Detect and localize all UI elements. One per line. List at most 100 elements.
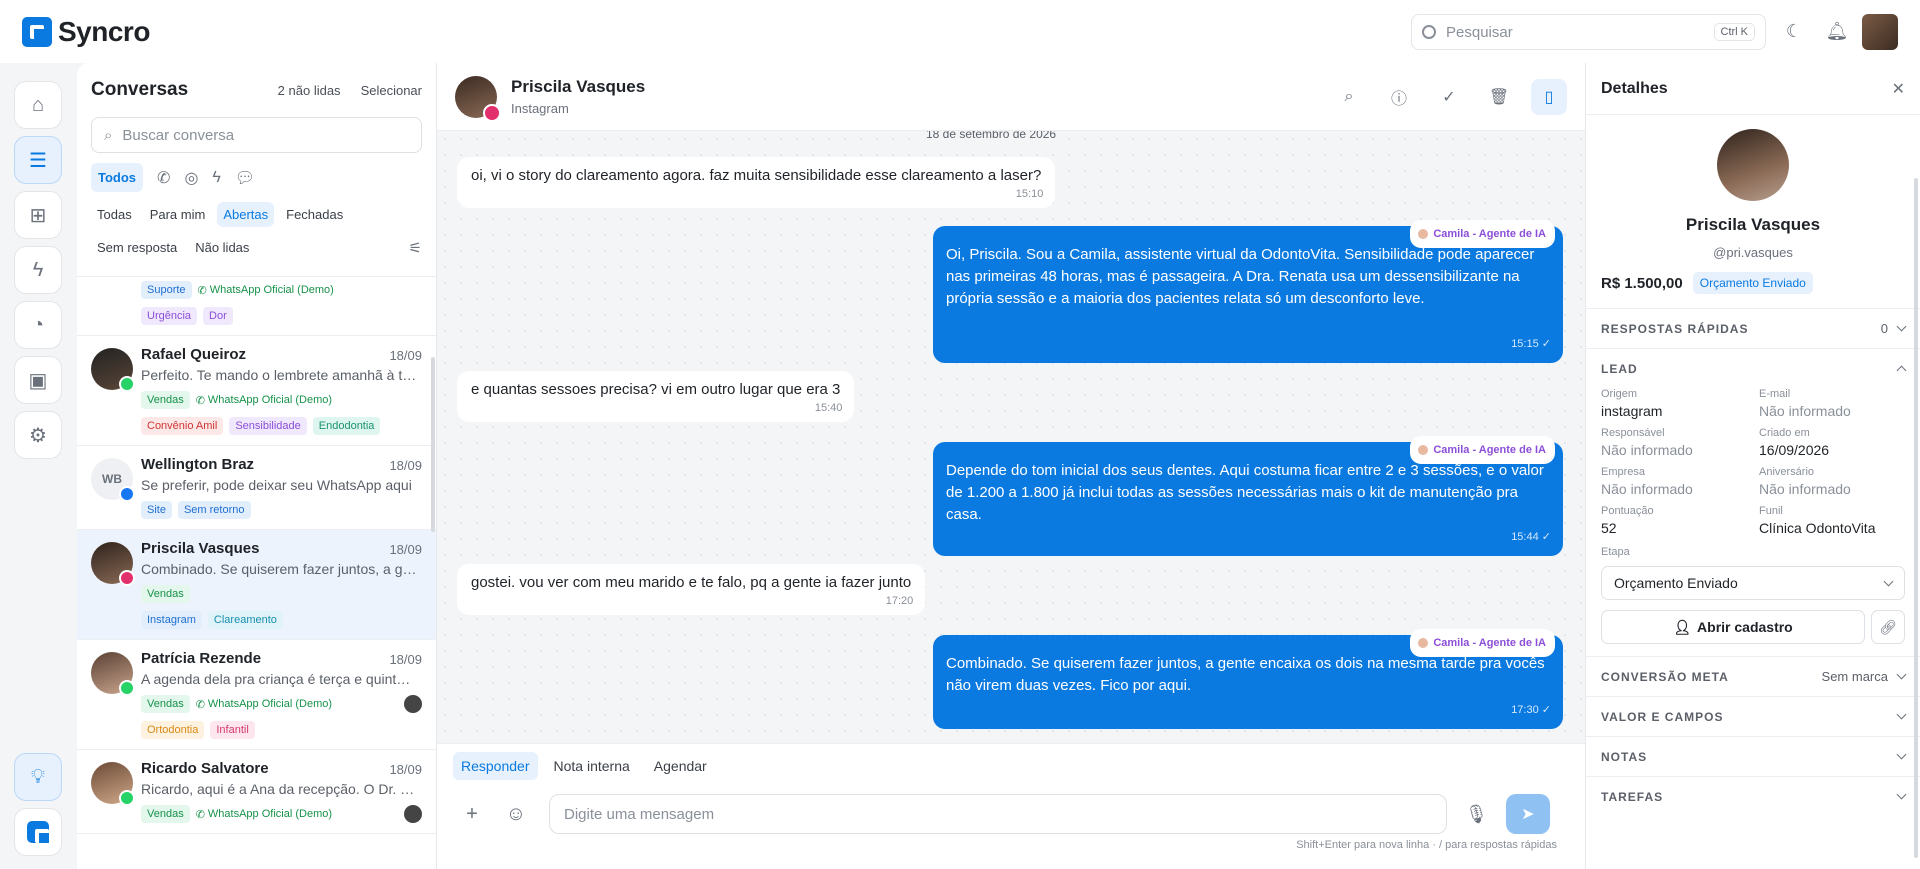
- messenger-icon[interactable]: ϟ: [212, 169, 220, 187]
- emoji-icon[interactable]: ☺: [501, 799, 531, 829]
- chat-icon[interactable]: ☰: [14, 136, 62, 184]
- webchat-icon[interactable]: 💬︎: [235, 168, 255, 188]
- send-button[interactable]: ➤: [1505, 794, 1550, 834]
- unread-count[interactable]: 2 não lidas: [278, 83, 341, 98]
- home-icon[interactable]: ⌂: [14, 81, 62, 129]
- list-item[interactable]: Rafael Queiroz 18/09 Perfeito. Te mando …: [77, 336, 436, 446]
- field-label: Responsável: [1601, 427, 1665, 439]
- contact-name: Patrícia Rezende: [141, 650, 262, 667]
- quick-replies-section[interactable]: RESPOSTAS RÁPIDAS 0: [1586, 308, 1920, 348]
- tag: Infantil: [210, 721, 255, 739]
- whatsapp-channel-label: ✆ WhatsApp Oficial (Demo): [198, 284, 334, 297]
- wallet-icon[interactable]: ▣: [14, 356, 62, 404]
- contact-name: Ricardo Salvatore: [141, 760, 269, 777]
- info-icon[interactable]: ⓘ: [1381, 79, 1417, 115]
- filter-abertas[interactable]: Abertas: [217, 202, 275, 227]
- instagram-icon[interactable]: ◎: [184, 168, 198, 188]
- user-avatar[interactable]: [1862, 14, 1898, 50]
- details-avatar: [1717, 129, 1789, 201]
- phone-icon: ✆: [197, 284, 207, 297]
- tab-nota-interna[interactable]: Nota interna: [546, 752, 638, 780]
- filter-para-mim[interactable]: Para mim: [144, 202, 212, 227]
- whatsapp-icon[interactable]: ✆: [157, 168, 170, 188]
- link-icon[interactable]: 🔗︎: [1871, 610, 1905, 644]
- chevron-down-icon: [1883, 576, 1894, 586]
- conversation-preview: A agenda dela pra criança é terça e quin…: [141, 671, 417, 687]
- agent-label: Camila - Agente de IA: [1433, 228, 1546, 240]
- whatsapp-icon: [119, 790, 135, 806]
- field-label: Empresa: [1601, 466, 1646, 478]
- moon-icon[interactable]: ☾: [1779, 16, 1809, 46]
- settings-icon[interactable]: ⚙: [14, 411, 62, 459]
- notas-section[interactable]: NOTAS: [1586, 736, 1920, 776]
- list-item[interactable]: Patrícia Rezende 18/09 A agenda dela pra…: [77, 640, 436, 750]
- stage-badge: Orçamento Enviado: [1692, 272, 1813, 294]
- workspace-logo-icon[interactable]: [14, 808, 62, 856]
- filter-todas[interactable]: Todas: [91, 202, 138, 227]
- agent-avatar: [1418, 229, 1429, 239]
- open-record-button[interactable]: 👤︎ Abrir cadastro: [1601, 610, 1865, 644]
- list-item[interactable]: Suporte ✆ WhatsApp Oficial (Demo) Urgênci…: [77, 281, 436, 336]
- valor-campos-section[interactable]: VALOR E CAMPOS: [1586, 696, 1920, 736]
- message-outgoing: Camila - Agente de IA Oi, Priscila. Sou …: [933, 220, 1563, 363]
- section-label: RESPOSTAS RÁPIDAS: [1601, 321, 1749, 336]
- panel-toggle-icon[interactable]: ▯: [1531, 79, 1567, 115]
- conversation-items: Suporte ✆ WhatsApp Oficial (Demo) Urgênci…: [77, 276, 436, 869]
- channel-name: WhatsApp Oficial (Demo): [207, 394, 333, 406]
- whatsapp-icon: [119, 680, 135, 696]
- field-label: E-mail: [1759, 388, 1791, 400]
- agent-avatar: [1418, 638, 1429, 648]
- microphone-icon[interactable]: 🎙︎: [1465, 804, 1488, 825]
- contact-name: Wellington Braz: [141, 456, 255, 473]
- field-value: instagram: [1601, 403, 1663, 419]
- lead-section[interactable]: LEAD: [1586, 348, 1920, 388]
- close-icon[interactable]: ✕: [1892, 79, 1905, 99]
- check-circle-icon[interactable]: ✓: [1431, 79, 1467, 115]
- field-value: Não informado: [1601, 481, 1693, 497]
- details-name: Priscila Vasques: [1685, 215, 1821, 234]
- message-time: 15:10: [1015, 188, 1044, 200]
- kanban-icon[interactable]: ⊞: [14, 191, 62, 239]
- etapa-value: Orçamento Enviado: [1614, 575, 1738, 591]
- lightbulb-icon[interactable]: 💡︎: [14, 753, 62, 801]
- filter-nao-lidas[interactable]: Não lidas: [189, 235, 255, 260]
- select-button[interactable]: Selecionar: [361, 83, 422, 98]
- message-text: Oi, Priscila. Sou a Camila, assistente v…: [946, 246, 1535, 307]
- phone-icon: ✆: [195, 698, 205, 711]
- phone-icon: ✆: [195, 394, 205, 407]
- filter-settings-icon[interactable]: ⚟: [409, 239, 422, 257]
- list-item-selected[interactable]: Priscila Vasques 18/09 Combinado. Se qui…: [77, 530, 436, 640]
- list-item[interactable]: WB Wellington Braz 18/09 Se preferir, po…: [77, 446, 436, 530]
- plus-icon[interactable]: +: [457, 799, 487, 829]
- message-time: 17:20: [885, 595, 914, 607]
- channel-all-tab[interactable]: Todos: [91, 163, 144, 192]
- global-search-input[interactable]: Pesquisar Ctrl K: [1411, 14, 1766, 50]
- tab-agendar[interactable]: Agendar: [646, 752, 715, 780]
- conversion-meta-section[interactable]: CONVERSÃO META Sem marca: [1586, 656, 1920, 696]
- search-icon[interactable]: ⌕: [1331, 79, 1367, 115]
- conversation-search-input[interactable]: ⌕ Buscar conversa: [91, 117, 422, 153]
- message-input[interactable]: Digite uma mensagem: [549, 794, 1447, 834]
- details-panel: Detalhes ✕ Priscila Vasques @pri.vasques…: [1585, 63, 1920, 869]
- etapa-select[interactable]: Orçamento Enviado: [1601, 566, 1905, 600]
- app-logo[interactable]: Syncro: [22, 16, 150, 48]
- tarefas-section[interactable]: TAREFAS: [1586, 776, 1920, 816]
- list-scrollbar[interactable]: [431, 357, 435, 532]
- bell-icon[interactable]: 🔔︎: [1822, 16, 1852, 46]
- details-scrollbar[interactable]: [1914, 178, 1918, 858]
- message-incoming: e quantas sessoes precisa? vi em outro l…: [457, 371, 855, 422]
- message-text: Depende do tom inicial dos seus dentes. …: [946, 462, 1544, 523]
- automation-icon[interactable]: ϟ: [14, 246, 62, 294]
- filter-fechadas[interactable]: Fechadas: [280, 202, 349, 227]
- tag: Suporte: [141, 281, 192, 299]
- conversation-preview: Ricardo, aqui é a Ana da recepção. O Dr.…: [141, 781, 417, 797]
- trash-icon[interactable]: 🗑︎: [1481, 79, 1517, 115]
- search-icon: ⌕: [104, 126, 113, 144]
- filter-sem-resposta[interactable]: Sem resposta: [91, 235, 183, 260]
- reports-icon[interactable]: ◔: [14, 301, 62, 349]
- field-value: Não informado: [1759, 403, 1851, 419]
- list-item[interactable]: Ricardo Salvatore 18/09 Ricardo, aqui é …: [77, 750, 436, 834]
- nav-rail: ⌂ ☰ ⊞ ϟ ◔ ▣ ⚙ 💡︎: [0, 63, 77, 869]
- etapa-label: Etapa: [1601, 546, 1630, 558]
- tab-responder[interactable]: Responder: [453, 752, 538, 780]
